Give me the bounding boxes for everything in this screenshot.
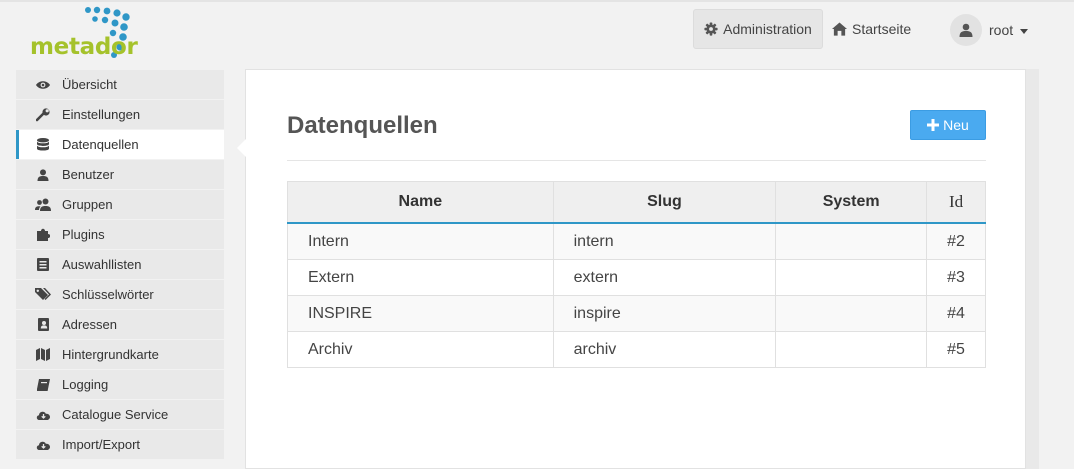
sidebar-item-label: Import/Export <box>62 437 141 452</box>
cell-slug: archiv <box>552 331 777 368</box>
cell-system <box>775 295 928 332</box>
cell-system <box>775 259 928 296</box>
cell-system <box>775 331 928 368</box>
sidebar-item-label: Plugins <box>62 227 105 242</box>
logo-text: metador <box>30 34 138 60</box>
eye-icon <box>35 78 51 92</box>
sidebar-item-import-export[interactable]: Import/Export <box>16 430 224 459</box>
cloud-icon <box>35 438 51 452</box>
nav-administration[interactable]: Administration <box>693 9 823 49</box>
sidebar-item-label: Gruppen <box>62 197 113 212</box>
users-icon <box>35 198 51 212</box>
sidebar-item-catalogue-service[interactable]: Catalogue Service <box>16 400 224 429</box>
tags-icon <box>35 288 51 302</box>
sidebar-item-label: Adressen <box>62 317 117 332</box>
user-icon <box>35 168 51 182</box>
user-name: root <box>989 22 1014 38</box>
sidebar-item-benutzer[interactable]: Benutzer <box>16 160 224 189</box>
sidebar-item-gruppen[interactable]: Gruppen <box>16 190 224 219</box>
column-header-id[interactable]: Id <box>926 181 986 224</box>
database-icon <box>35 138 51 152</box>
cell-name: Intern <box>287 222 554 260</box>
column-header-slug[interactable]: Slug <box>552 181 777 224</box>
sidebar: Übersicht Einstellungen Datenquellen Ben… <box>16 70 224 460</box>
column-header-system[interactable]: System <box>775 181 928 224</box>
sidebar-item-label: Übersicht <box>62 77 117 92</box>
active-item-pointer <box>237 139 246 157</box>
table-row[interactable]: Intern intern #2 <box>287 222 986 260</box>
user-menu[interactable]: root <box>950 12 1029 48</box>
cell-id: #4 <box>926 295 986 332</box>
puzzle-icon <box>35 228 51 242</box>
cell-slug: inspire <box>552 295 777 332</box>
logo[interactable]: metador <box>30 6 155 62</box>
title-divider <box>287 160 986 161</box>
cell-name: Archiv <box>287 331 554 368</box>
nav-administration-label: Administration <box>723 21 812 37</box>
sidebar-item-auswahllisten[interactable]: Auswahllisten <box>16 250 224 279</box>
content-panel: Datenquellen Neu Name Slug System Id Int… <box>245 69 1026 469</box>
sidebar-item-label: Einstellungen <box>62 107 141 122</box>
cell-slug: extern <box>552 259 777 296</box>
gear-icon <box>704 22 718 36</box>
sidebar-item-einstellungen[interactable]: Einstellungen <box>16 100 224 129</box>
sidebar-item-label: Auswahllisten <box>62 257 142 272</box>
plus-icon <box>927 119 940 131</box>
sidebar-item-label: Catalogue Service <box>62 407 169 422</box>
list-icon <box>35 258 51 272</box>
home-icon <box>832 22 847 36</box>
table-row[interactable]: Archiv archiv #5 <box>287 331 986 368</box>
cell-id: #3 <box>926 259 986 296</box>
avatar <box>950 14 982 46</box>
table-row[interactable]: INSPIRE inspire #4 <box>287 295 986 332</box>
sidebar-item-datenquellen[interactable]: Datenquellen <box>16 130 224 159</box>
new-button[interactable]: Neu <box>910 110 986 140</box>
cell-name: INSPIRE <box>287 295 554 332</box>
datasources-table: Name Slug System Id Intern intern #2 Ext… <box>287 181 986 368</box>
table-header-row: Name Slug System Id <box>287 181 986 224</box>
sidebar-item-hintergrundkarte[interactable]: Hintergrundkarte <box>16 340 224 369</box>
caret-down-icon <box>1020 28 1029 34</box>
cell-slug: intern <box>552 222 777 260</box>
map-icon <box>35 348 51 362</box>
user-icon <box>959 23 973 37</box>
sidebar-item-label: Logging <box>62 377 109 392</box>
sidebar-item-schluesselwoerter[interactable]: Schlüsselwörter <box>16 280 224 309</box>
sidebar-item-label: Hintergrundkarte <box>62 347 159 362</box>
scrollbar[interactable] <box>1026 69 1039 469</box>
nav-startseite[interactable]: Startseite <box>832 9 911 49</box>
sidebar-item-uebersicht[interactable]: Übersicht <box>16 70 224 99</box>
cell-system <box>775 222 928 260</box>
cell-id: #5 <box>926 331 986 368</box>
cloud-icon <box>35 408 51 422</box>
sidebar-item-label: Datenquellen <box>62 137 139 152</box>
table-row[interactable]: Extern extern #3 <box>287 259 986 296</box>
new-button-label: Neu <box>943 117 969 133</box>
sidebar-item-adressen[interactable]: Adressen <box>16 310 224 339</box>
sidebar-item-logging[interactable]: Logging <box>16 370 224 399</box>
address-book-icon <box>35 318 51 332</box>
nav-startseite-label: Startseite <box>852 21 912 37</box>
sidebar-item-plugins[interactable]: Plugins <box>16 220 224 249</box>
cell-name: Extern <box>287 259 554 296</box>
page-title: Datenquellen <box>287 112 438 139</box>
column-header-name[interactable]: Name <box>287 181 554 224</box>
sidebar-item-label: Schlüsselwörter <box>62 287 154 302</box>
book-icon <box>35 378 51 392</box>
cell-id: #2 <box>926 222 986 260</box>
wrench-icon <box>35 107 51 122</box>
top-border <box>0 0 1074 2</box>
sidebar-item-label: Benutzer <box>62 167 115 182</box>
